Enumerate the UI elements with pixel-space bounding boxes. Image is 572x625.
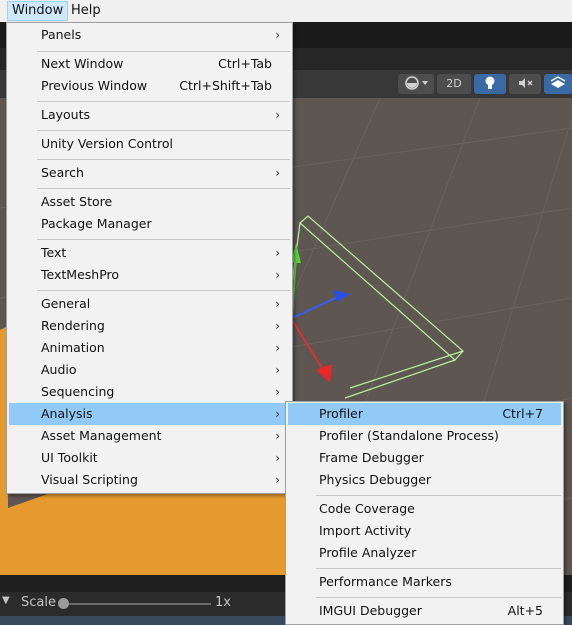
- scale-value: 1x: [215, 595, 231, 610]
- chevron-right-icon: ›: [275, 166, 280, 180]
- chevron-right-icon: ›: [275, 363, 280, 377]
- menu-item-visual-scripting[interactable]: Visual Scripting ›: [9, 469, 290, 491]
- submenu-item-profiler-standalone[interactable]: Profiler (Standalone Process): [288, 425, 561, 447]
- transform-gizmo[interactable]: [291, 243, 350, 383]
- lightbulb-icon: [485, 76, 495, 89]
- menu-item-textmeshpro[interactable]: TextMeshPro ›: [9, 264, 290, 286]
- menu-item-layouts[interactable]: Layouts ›: [9, 104, 290, 126]
- audio-toggle-button[interactable]: [509, 74, 541, 94]
- menu-help[interactable]: Help: [67, 1, 105, 21]
- submenu-item-profiler[interactable]: Profiler Ctrl+7: [288, 403, 561, 425]
- menu-separator: [316, 495, 561, 496]
- menu-item-general[interactable]: General ›: [9, 293, 290, 315]
- menu-window[interactable]: Window: [7, 1, 69, 21]
- submenu-item-imgui-debugger[interactable]: IMGUI Debugger Alt+5: [288, 600, 561, 622]
- chevron-right-icon: ›: [275, 451, 280, 465]
- chevron-right-icon: ›: [275, 108, 280, 122]
- app-menubar: Window Help: [0, 0, 572, 23]
- scale-slider-track[interactable]: [63, 603, 211, 605]
- chevron-right-icon: ›: [275, 341, 280, 355]
- menu-item-analysis[interactable]: Analysis ›: [9, 403, 290, 425]
- chevron-right-icon: ›: [275, 429, 280, 443]
- menu-separator: [37, 51, 290, 52]
- menu-item-rendering[interactable]: Rendering ›: [9, 315, 290, 337]
- menu-separator: [37, 159, 290, 160]
- submenu-item-performance-markers[interactable]: Performance Markers: [288, 571, 561, 593]
- scale-slider-handle[interactable]: [58, 598, 69, 609]
- menu-separator: [37, 290, 290, 291]
- chevron-right-icon: ›: [275, 246, 280, 260]
- scale-label: Scale: [21, 595, 56, 610]
- menu-separator: [37, 239, 290, 240]
- chevron-right-icon: ›: [275, 473, 280, 487]
- menu-item-text[interactable]: Text ›: [9, 242, 290, 264]
- menu-item-package-manager[interactable]: Package Manager: [9, 213, 290, 235]
- menu-item-sequencing[interactable]: Sequencing ›: [9, 381, 290, 403]
- menu-separator: [316, 568, 561, 569]
- chevron-right-icon: ›: [275, 297, 280, 311]
- menu-separator: [37, 101, 290, 102]
- menu-item-audio[interactable]: Audio ›: [9, 359, 290, 381]
- menu-item-ui-toolkit[interactable]: UI Toolkit ›: [9, 447, 290, 469]
- chevron-right-icon: ›: [275, 268, 280, 282]
- chevron-right-icon: ›: [275, 407, 280, 421]
- window-menu: Panels › Next Window Ctrl+Tab Previous Win…: [6, 22, 293, 494]
- shading-mode-button[interactable]: [398, 74, 434, 94]
- menu-item-asset-management[interactable]: Asset Management ›: [9, 425, 290, 447]
- submenu-item-frame-debugger[interactable]: Frame Debugger: [288, 447, 561, 469]
- menu-item-search[interactable]: Search ›: [9, 162, 290, 184]
- submenu-item-code-coverage[interactable]: Code Coverage: [288, 498, 561, 520]
- chevron-right-icon: ›: [275, 385, 280, 399]
- toggle-2d-button[interactable]: 2D: [437, 74, 471, 94]
- dropdown-arrow-icon[interactable]: ▼: [2, 595, 10, 606]
- menu-separator: [37, 188, 290, 189]
- submenu-item-import-activity[interactable]: Import Activity: [288, 520, 561, 542]
- submenu-item-physics-debugger[interactable]: Physics Debugger: [288, 469, 561, 491]
- lighting-toggle-button[interactable]: [474, 74, 506, 94]
- effects-toggle-button[interactable]: [544, 74, 572, 94]
- chevron-right-icon: ›: [275, 28, 280, 42]
- menu-item-asset-store[interactable]: Asset Store: [9, 191, 290, 213]
- menu-separator: [37, 130, 290, 131]
- menu-item-panels[interactable]: Panels ›: [9, 24, 290, 46]
- chevron-right-icon: ›: [275, 319, 280, 333]
- menu-item-next-window[interactable]: Next Window Ctrl+Tab: [9, 53, 290, 75]
- layers-icon: [550, 76, 566, 88]
- menu-item-unity-version-control[interactable]: Unity Version Control: [9, 133, 290, 155]
- audio-mute-icon: [519, 78, 533, 88]
- menu-separator: [316, 597, 561, 598]
- sphere-icon: [405, 76, 428, 90]
- menu-item-animation[interactable]: Animation ›: [9, 337, 290, 359]
- submenu-item-profile-analyzer[interactable]: Profile Analyzer: [288, 542, 561, 564]
- selection-wireframe: [284, 215, 464, 399]
- menu-item-previous-window[interactable]: Previous Window Ctrl+Shift+Tab: [9, 75, 290, 97]
- analysis-submenu: Profiler Ctrl+7 Profiler (Standalone Proc…: [285, 401, 564, 625]
